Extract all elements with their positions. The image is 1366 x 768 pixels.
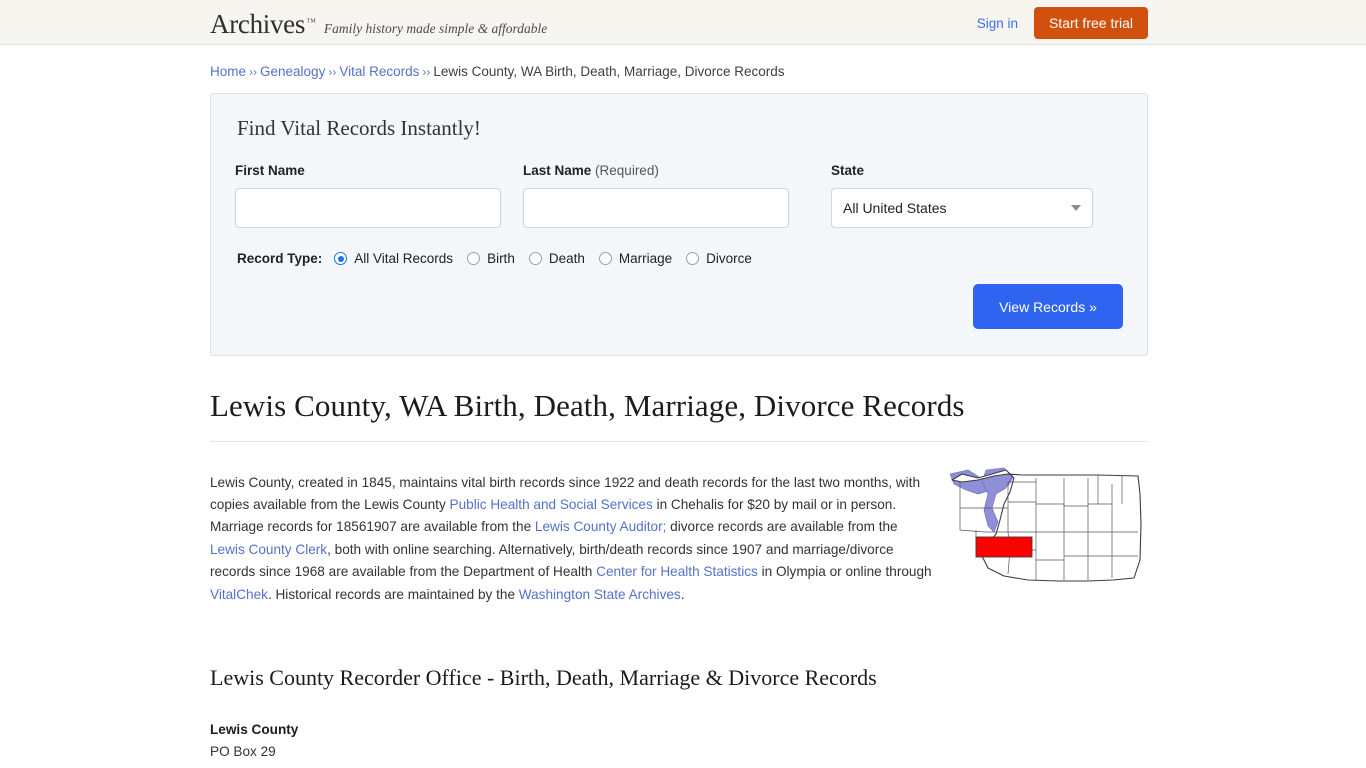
search-panel-title: Find Vital Records Instantly! xyxy=(237,116,481,140)
link-vitalchek[interactable]: VitalChek xyxy=(210,587,268,602)
state-map-container xyxy=(948,458,1148,620)
office-address-line-1: PO Box 29 xyxy=(210,744,276,760)
state-field-group: State All United States xyxy=(831,163,1093,228)
first-name-label: First Name xyxy=(235,163,305,178)
search-fields-row: First Name Last Name (Required) State Al… xyxy=(235,163,1123,228)
highlighted-county-lewis xyxy=(975,536,1033,558)
radio-icon-marriage[interactable] xyxy=(598,252,612,265)
view-records-button[interactable]: View Records » xyxy=(973,284,1123,329)
intro-text-part6: . Historical records are maintained by t… xyxy=(267,586,519,602)
page-title: Lewis County, WA Birth, Death, Marriage,… xyxy=(210,388,1148,442)
state-label: State xyxy=(831,163,865,178)
section-title-recorder-office: Lewis County Recorder Office - Birth, De… xyxy=(210,664,877,690)
breadcrumb-current-page: Lewis County, WA Birth, Death, Marriage,… xyxy=(433,64,785,79)
breadcrumb: Home ›› Genealogy ›› Vital Records ›› Lewis Co… xyxy=(210,45,1148,82)
office-name: Lewis County xyxy=(210,721,299,737)
radio-icon-all[interactable] xyxy=(334,252,348,265)
record-type-option-divorce-label: Divorce xyxy=(706,251,752,266)
brand-logo-text: Archives xyxy=(210,9,306,39)
radio-icon-birth[interactable] xyxy=(467,252,481,265)
last-name-label-text: Last Name xyxy=(523,163,592,178)
brand[interactable]: Archives ™ Family history made simple & a… xyxy=(210,11,547,38)
intro-text-part5: in Olympia or online through xyxy=(757,564,932,580)
state-select[interactable]: All United States xyxy=(831,188,1093,228)
last-name-field-group: Last Name (Required) xyxy=(523,163,789,228)
breadcrumb-item-home[interactable]: Home xyxy=(210,64,246,79)
record-type-option-all-label: All Vital Records xyxy=(354,251,454,266)
search-panel-actions: View Records » xyxy=(235,284,1123,329)
link-lewis-county-auditor[interactable]: Lewis County Auditor; xyxy=(535,519,666,534)
record-type-option-marriage-label: Marriage xyxy=(618,251,673,266)
state-select-wrap: All United States xyxy=(831,188,1093,228)
breadcrumb-separator: ›› xyxy=(249,65,258,79)
breadcrumb-item-genealogy[interactable]: Genealogy xyxy=(260,64,325,79)
record-type-option-death-label: Death xyxy=(548,251,585,266)
link-public-health-and-social-services[interactable]: Public Health and Social Services xyxy=(450,497,653,512)
office-address-block: Lewis County PO Box 29 Chehalis, WA 9853… xyxy=(210,719,1148,768)
vital-records-search-panel: Find Vital Records Instantly! First Name… xyxy=(210,93,1148,356)
record-type-option-birth[interactable]: Birth xyxy=(467,251,515,266)
last-name-required-note: (Required) xyxy=(595,163,659,178)
sign-in-link[interactable]: Sign in xyxy=(977,16,1018,31)
last-name-label: Last Name (Required) xyxy=(523,163,789,178)
intro-text-part7: . xyxy=(680,586,685,602)
breadcrumb-item-vital-records[interactable]: Vital Records xyxy=(339,64,419,79)
intro-text-part3: divorce records are available from the xyxy=(666,519,898,535)
record-type-row: Record Type: All Vital Records Birth Dea… xyxy=(237,251,1123,266)
header-actions: Sign in Start free trial xyxy=(977,7,1148,39)
record-type-option-death[interactable]: Death xyxy=(528,251,585,266)
intro-paragraph: Lewis County, created in 1845, maintains… xyxy=(210,472,936,606)
breadcrumb-separator: ›› xyxy=(422,65,431,79)
record-type-option-birth-label: Birth xyxy=(487,251,515,266)
intro-block: Lewis County, created in 1845, maintains… xyxy=(210,458,1148,620)
first-name-field-group: First Name xyxy=(235,163,501,228)
record-type-option-divorce[interactable]: Divorce xyxy=(686,251,752,266)
last-name-input[interactable] xyxy=(523,188,789,228)
washington-state-county-map-icon xyxy=(949,467,1142,582)
site-header: Archives ™ Family history made simple & a… xyxy=(0,0,1366,45)
link-center-for-health-statistics[interactable]: Center for Health Statistics xyxy=(596,564,758,579)
office-address-line-2: Chehalis, WA 98532-0029 xyxy=(210,763,1148,768)
breadcrumb-separator: ›› xyxy=(328,65,337,79)
first-name-input[interactable] xyxy=(235,188,501,228)
start-free-trial-button[interactable]: Start free trial xyxy=(1033,7,1148,39)
radio-icon-divorce[interactable] xyxy=(686,252,700,265)
record-type-label: Record Type: xyxy=(237,251,323,266)
record-type-option-all[interactable]: All Vital Records xyxy=(334,251,453,266)
link-lewis-county-clerk[interactable]: Lewis County Clerk xyxy=(210,542,327,557)
link-washington-state-archives[interactable]: Washington State Archives xyxy=(519,587,681,602)
brand-tagline: Family history made simple & affordable xyxy=(323,21,548,36)
radio-icon-death[interactable] xyxy=(528,252,542,265)
trademark-symbol: ™ xyxy=(306,17,316,28)
record-type-option-marriage[interactable]: Marriage xyxy=(598,251,673,266)
